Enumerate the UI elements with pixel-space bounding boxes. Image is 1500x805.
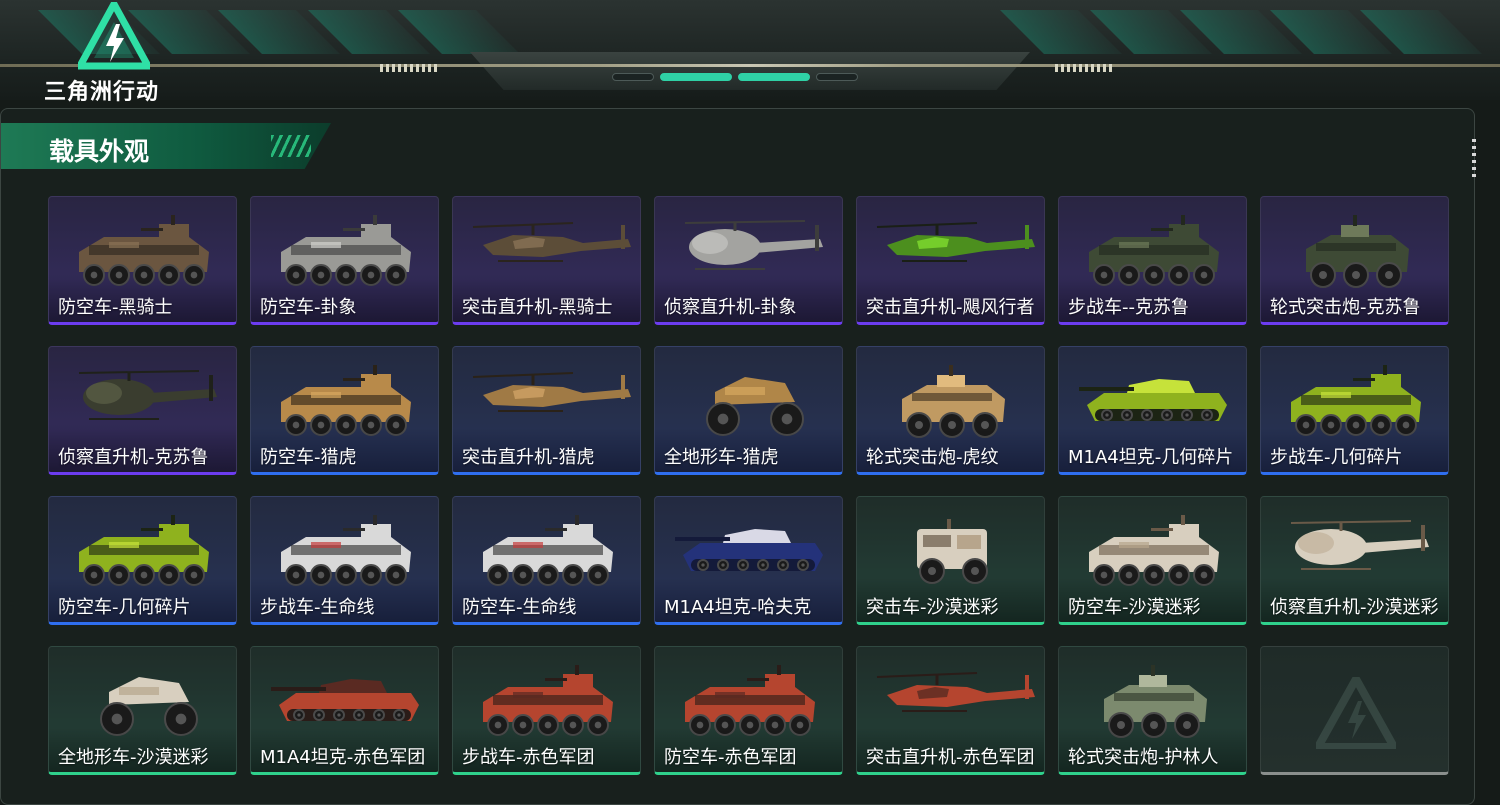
skin-card[interactable]: 全地形车-猎虎 xyxy=(654,346,843,475)
skin-name: 全地形车-沙漠迷彩 xyxy=(58,747,209,768)
skin-card[interactable]: 防空车-沙漠迷彩 xyxy=(1058,496,1247,625)
skin-card[interactable]: 侦察直升机-卦象 xyxy=(654,196,843,325)
skin-card[interactable]: 侦察直升机-克苏鲁 xyxy=(48,346,237,475)
skin-name: 防空车-沙漠迷彩 xyxy=(1068,597,1201,618)
page-indicator[interactable] xyxy=(612,73,858,81)
skin-card[interactable]: 突击直升机-赤色军团 xyxy=(856,646,1045,775)
skin-name: 防空车-生命线 xyxy=(462,597,577,618)
skin-name: 突击直升机-黑骑士 xyxy=(462,297,613,318)
skin-grid: 防空车-黑骑士 防空车-卦象 突击直升机-黑骑士 侦察直升机-卦象 突击直升机-… xyxy=(48,196,1450,775)
skin-card[interactable]: 步战车-几何碎片 xyxy=(1260,346,1449,475)
skin-name: 防空车-赤色军团 xyxy=(664,747,797,768)
skin-name: 步战车--克苏鲁 xyxy=(1068,297,1189,318)
skin-name: 轮式突击炮-虎纹 xyxy=(866,447,999,468)
skin-card[interactable]: 轮式突击炮-克苏鲁 xyxy=(1260,196,1449,325)
skin-name: 防空车-几何碎片 xyxy=(58,597,191,618)
empty-skin-slot[interactable] xyxy=(1260,646,1449,775)
skin-name: 防空车-卦象 xyxy=(260,297,357,318)
skin-name: 突击直升机-赤色军团 xyxy=(866,747,1035,768)
skin-card[interactable]: 轮式突击炮-护林人 xyxy=(1058,646,1247,775)
title-stripes-decoration xyxy=(271,135,311,157)
skin-card[interactable]: 突击直升机-猎虎 xyxy=(452,346,641,475)
skin-name: 突击车-沙漠迷彩 xyxy=(866,597,999,618)
header-stripes-right xyxy=(1000,10,1482,54)
skin-card[interactable]: 防空车-生命线 xyxy=(452,496,641,625)
skin-card[interactable]: 轮式突击炮-虎纹 xyxy=(856,346,1045,475)
skin-name: M1A4坦克-赤色军团 xyxy=(260,747,426,768)
skin-name: 轮式突击炮-护林人 xyxy=(1068,747,1219,768)
skin-name: 全地形车-猎虎 xyxy=(664,447,779,468)
skin-name: M1A4坦克-几何碎片 xyxy=(1068,447,1234,468)
skin-name: 侦察直升机-克苏鲁 xyxy=(58,447,209,468)
skin-name: M1A4坦克-哈夫克 xyxy=(664,597,812,618)
skin-card[interactable]: M1A4坦克-哈夫克 xyxy=(654,496,843,625)
skin-name: 步战车-赤色军团 xyxy=(462,747,595,768)
header-center-plate xyxy=(470,52,1030,90)
skin-card[interactable]: 突击车-沙漠迷彩 xyxy=(856,496,1045,625)
header-ticks-right xyxy=(1055,64,1115,72)
page-dot[interactable] xyxy=(816,73,858,81)
skin-card[interactable]: 全地形车-沙漠迷彩 xyxy=(48,646,237,775)
skin-card[interactable]: 步战车--克苏鲁 xyxy=(1058,196,1247,325)
skin-card[interactable]: 防空车-卦象 xyxy=(250,196,439,325)
logo-text: 三角洲行动 xyxy=(44,80,160,105)
header-rail xyxy=(0,64,1500,67)
triangle-bolt-icon xyxy=(1316,677,1396,749)
skin-card[interactable]: 突击直升机-飓风行者 xyxy=(856,196,1045,325)
section-title-banner: 载具外观 xyxy=(1,123,331,169)
header-ticks-left xyxy=(380,64,440,72)
skin-name: 步战车-几何碎片 xyxy=(1270,447,1403,468)
skin-card[interactable]: 防空车-赤色军团 xyxy=(654,646,843,775)
skin-card[interactable]: 突击直升机-黑骑士 xyxy=(452,196,641,325)
skin-name: 防空车-猎虎 xyxy=(260,447,357,468)
skin-card[interactable]: 步战车-生命线 xyxy=(250,496,439,625)
skin-name: 突击直升机-飓风行者 xyxy=(866,297,1035,318)
skin-name: 防空车-黑骑士 xyxy=(58,297,173,318)
skin-card[interactable]: 防空车-几何碎片 xyxy=(48,496,237,625)
skin-card[interactable]: 步战车-赤色军团 xyxy=(452,646,641,775)
skin-card[interactable]: M1A4坦克-几何碎片 xyxy=(1058,346,1247,475)
app-logo: 三角洲行动 xyxy=(44,2,184,105)
scrollbar-handle[interactable] xyxy=(1472,139,1476,179)
page-dot-active[interactable] xyxy=(660,73,732,81)
skin-card[interactable]: 防空车-黑骑士 xyxy=(48,196,237,325)
skin-name: 突击直升机-猎虎 xyxy=(462,447,595,468)
skin-card[interactable]: 侦察直升机-沙漠迷彩 xyxy=(1260,496,1449,625)
skin-name: 轮式突击炮-克苏鲁 xyxy=(1270,297,1421,318)
skin-name: 侦察直升机-沙漠迷彩 xyxy=(1270,597,1439,618)
skin-name: 步战车-生命线 xyxy=(260,597,375,618)
skin-card[interactable]: 防空车-猎虎 xyxy=(250,346,439,475)
page-dot[interactable] xyxy=(612,73,654,81)
page-dot-active[interactable] xyxy=(738,73,810,81)
triangle-bolt-icon xyxy=(78,2,150,70)
top-header xyxy=(0,0,1500,100)
skin-name: 侦察直升机-卦象 xyxy=(664,297,797,318)
section-title: 载具外观 xyxy=(49,137,150,166)
skin-card[interactable]: M1A4坦克-赤色军团 xyxy=(250,646,439,775)
